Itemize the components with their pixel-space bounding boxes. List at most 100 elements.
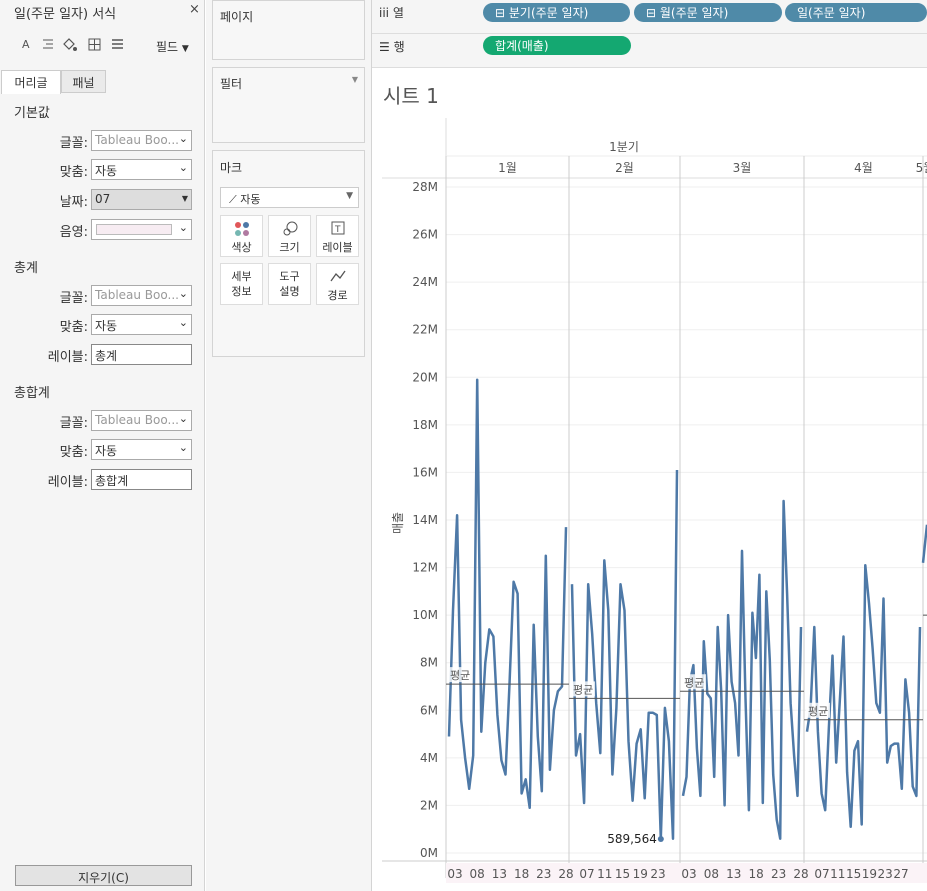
columns-icon: iii <box>379 6 390 20</box>
x-tick-label: 11 <box>830 867 845 881</box>
total-label-input[interactable]: 총계 <box>91 344 192 365</box>
column-pill-day[interactable]: 일(주문 일자) <box>785 3 927 22</box>
clear-button[interactable]: 지우기(C) <box>15 865 192 886</box>
filters-card[interactable]: 필터 ▼ <box>212 67 365 143</box>
detail-button[interactable]: 세부 정보 <box>220 263 263 305</box>
tab-pane[interactable]: 패널 <box>61 70 106 93</box>
tooltip-label-2: 설명 <box>279 285 300 298</box>
x-tick-label: 15 <box>846 867 861 881</box>
x-tick-label: 07 <box>579 867 594 881</box>
average-label: 평균 <box>450 669 470 682</box>
svg-text:T: T <box>334 225 341 235</box>
y-tick-label: 18M <box>412 418 438 432</box>
pages-card[interactable]: 페이지 <box>212 0 365 60</box>
color-label: 색상 <box>231 241 252 254</box>
format-panel: 일(주문 일자) 서식 × A 필드 ▼ 머리글 패널 기본값 글꼴: Tabl… <box>0 0 205 891</box>
rows-label-text: 행 <box>393 40 405 54</box>
shading-format-icon[interactable] <box>62 38 78 54</box>
tooltip-button[interactable]: 도구설명 <box>268 263 311 305</box>
quarter-header-label: 1분기 <box>609 140 639 154</box>
date-value: 07 <box>95 192 111 206</box>
total-label-label: 레이블: <box>47 350 88 365</box>
grand-total-label-label: 레이블: <box>47 475 88 490</box>
label-button[interactable]: T 레이블 <box>316 215 359 257</box>
caret-down-icon: ▼ <box>346 191 353 201</box>
column-pill-quarter[interactable]: ⊟ 분기(주문 일자) <box>483 3 630 22</box>
chevron-down-icon: ⌄ <box>178 221 188 234</box>
y-tick-label: 24M <box>412 275 438 289</box>
chevron-down-icon: ⌄ <box>178 441 188 454</box>
default-align-select[interactable]: 자동 ⌄ <box>91 159 192 180</box>
close-icon[interactable]: × <box>189 2 200 17</box>
y-tick-label: 4M <box>420 751 438 765</box>
x-tick-label: 27 <box>893 867 908 881</box>
average-label: 평균 <box>808 705 828 718</box>
month-header-label: 5월 <box>916 161 927 175</box>
fields-dropdown[interactable]: 필드 ▼ <box>156 38 189 54</box>
font-format-icon[interactable]: A <box>22 38 30 54</box>
total-font-select[interactable]: Tableau Boo... ⌄ <box>91 285 192 306</box>
y-tick-label: 12M <box>412 561 438 575</box>
tab-header[interactable]: 머리글 <box>1 70 61 94</box>
grand-total-align-select[interactable]: 자동 ⌄ <box>91 439 192 460</box>
rows-icon: ☰ <box>379 40 390 54</box>
columns-shelf[interactable]: iii 열 ⊟ 분기(주문 일자) ⊟ 월(주문 일자) 일(주문 일자) <box>372 0 927 34</box>
font-label: 글꼴: <box>59 136 88 151</box>
x-tick-label: 18 <box>514 867 529 881</box>
label-label: 레이블 <box>322 241 353 254</box>
min-point <box>657 835 664 842</box>
sales-line <box>681 499 803 840</box>
color-button[interactable]: 색상 <box>220 215 263 257</box>
y-tick-label: 14M <box>412 513 438 527</box>
default-section-title: 기본값 <box>14 106 50 121</box>
x-tick-label: 23 <box>650 867 665 881</box>
font-label: 글꼴: <box>59 416 88 431</box>
default-font-select[interactable]: Tableau Boo... ⌄ <box>91 130 192 151</box>
path-button[interactable]: 경로 <box>316 263 359 305</box>
chevron-down-icon: ⌄ <box>178 316 188 329</box>
total-align-select[interactable]: 자동 ⌄ <box>91 314 192 335</box>
shading-select[interactable]: ⌄ <box>91 219 192 240</box>
chevron-down-icon: ⌄ <box>178 412 188 425</box>
x-tick-label: 03 <box>681 867 696 881</box>
x-tick-label: 23 <box>536 867 551 881</box>
align-label: 맞춤: <box>59 445 88 460</box>
path-label: 경로 <box>327 289 348 302</box>
columns-shelf-label: iii 열 <box>379 4 404 21</box>
grand-total-label-input[interactable]: 총합계 <box>91 469 192 490</box>
size-icon <box>269 221 310 237</box>
format-panel-title: 일(주문 일자) 서식 <box>14 7 117 22</box>
align-value: 자동 <box>95 444 118 458</box>
y-tick-label: 0M <box>420 846 438 860</box>
shading-swatch <box>96 224 172 235</box>
y-tick-label: 28M <box>412 180 438 194</box>
date-format-select[interactable]: 07 ▼ <box>91 189 192 210</box>
font-label: 글꼴: <box>59 291 88 306</box>
path-icon <box>317 269 358 285</box>
y-tick-label: 6M <box>420 703 438 717</box>
column-pill-month[interactable]: ⊟ 월(주문 일자) <box>634 3 782 22</box>
detail-label-1: 세부 <box>231 270 252 283</box>
caret-down-icon[interactable]: ▼ <box>352 75 358 84</box>
rows-shelf[interactable]: ☰ 행 합계(매출) <box>372 34 927 68</box>
month-header-label: 2월 <box>615 161 634 175</box>
marks-card-title: 마크 <box>220 161 243 175</box>
x-tick-label: 08 <box>470 867 485 881</box>
x-tick-label: 19 <box>633 867 648 881</box>
font-value: Tableau Boo... <box>95 133 179 147</box>
alignment-format-icon[interactable] <box>40 38 54 54</box>
lines-format-icon[interactable] <box>111 38 124 54</box>
size-label: 크기 <box>279 241 300 254</box>
x-tick-label: 13 <box>726 867 741 881</box>
size-button[interactable]: 크기 <box>268 215 311 257</box>
y-tick-label: 10M <box>412 608 438 622</box>
mark-type-select[interactable]: ⟋ 자동 ▼ <box>220 187 359 208</box>
line-chart[interactable]: 1분기 1월 2월 3월 4월 5월 0M 2M 4M 6M 8M 10M 12M 14M 16M 18M 20… <box>372 68 927 891</box>
grand-total-font-select[interactable]: Tableau Boo... ⌄ <box>91 410 192 431</box>
y-tick-label: 22M <box>412 323 438 337</box>
y-tick-label: 8M <box>420 656 438 670</box>
tooltip-label-1: 도구 <box>279 270 300 283</box>
x-tick-label: 03 <box>447 867 462 881</box>
row-pill-sales[interactable]: 합계(매출) <box>483 36 631 55</box>
borders-format-icon[interactable] <box>88 38 101 54</box>
